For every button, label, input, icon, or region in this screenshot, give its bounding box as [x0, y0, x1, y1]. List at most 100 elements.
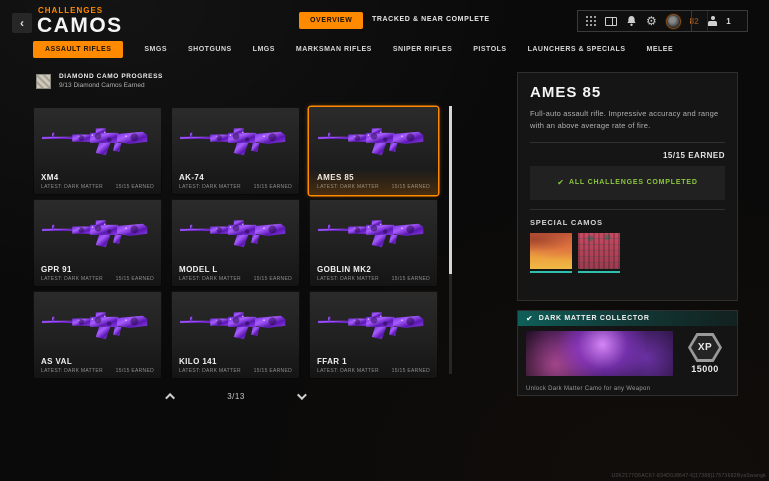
weapon-name: GPR 91	[41, 265, 72, 274]
party-widget[interactable]: 1	[691, 10, 748, 32]
dark-matter-rifle-image	[180, 114, 292, 164]
weapon-latest-camo: LATEST: DARK MATTER	[317, 368, 379, 374]
weapon-earned-count: 15/15 EARNED	[254, 184, 292, 190]
weapon-latest-camo: LATEST: DARK MATTER	[317, 276, 379, 282]
tab-launchers-specials[interactable]: LAUNCHERS & SPECIALS	[528, 46, 626, 53]
party-person-icon	[708, 16, 717, 26]
weapon-name: XM4	[41, 173, 59, 182]
overview-label: OVERVIEW	[310, 17, 352, 24]
page-indicator: 3/13	[227, 392, 245, 401]
detail-weapon-description: Full-auto assault rifle. Impressive accu…	[530, 108, 725, 133]
tab-overview[interactable]: OVERVIEW	[299, 12, 363, 29]
weapon-latest-camo: LATEST: DARK MATTER	[41, 276, 103, 282]
weapon-name: KILO 141	[179, 357, 217, 366]
weapon-name: GOBLIN MK2	[317, 265, 371, 274]
dark-matter-collector-panel[interactable]: ✔ DARK MATTER COLLECTOR XP 15000 Unlock …	[517, 310, 738, 396]
page-down-chevron-icon[interactable]	[297, 390, 307, 400]
weapon-class-tabs: ASSAULT RIFLES SMGS SHOTGUNS LMGS MARKSM…	[33, 40, 673, 58]
weapon-name: AK-74	[179, 173, 204, 182]
weapon-name: FFAR 1	[317, 357, 347, 366]
weapon-card-ak74[interactable]: AK-74 LATEST: DARK MATTER 15/15 EARNED	[171, 107, 300, 195]
completed-label: ALL CHALLENGES COMPLETED	[569, 179, 698, 186]
special-camo-crimson[interactable]	[578, 233, 620, 274]
topbar-icon-cluster: ⚙ 82	[577, 10, 708, 32]
weapon-earned-count: 15/15 EARNED	[392, 276, 430, 282]
after-action-report-icon[interactable]	[605, 17, 617, 26]
dark-matter-rifle-image	[318, 114, 430, 164]
all-challenges-completed-banner: ✔ ALL CHALLENGES COMPLETED	[530, 166, 725, 200]
weapon-latest-camo: LATEST: DARK MATTER	[179, 368, 241, 374]
weapon-card-model-l[interactable]: MODEL L LATEST: DARK MATTER 15/15 EARNED	[171, 199, 300, 287]
dark-matter-rifle-image	[318, 298, 430, 348]
progress-subtitle: 9/13 Diamond Camos Earned	[59, 82, 163, 89]
camo-swatch-image	[578, 233, 620, 269]
weapon-earned-count: 15/15 EARNED	[116, 276, 154, 282]
weapon-name: MODEL L	[179, 265, 218, 274]
weapon-latest-camo: LATEST: DARK MATTER	[179, 184, 241, 190]
camo-unlocked-bar	[530, 271, 572, 274]
weapon-earned-count: 15/15 EARNED	[254, 368, 292, 374]
dark-matter-rifle-image	[42, 298, 154, 348]
weapon-card-ames85-selected[interactable]: AMES 85 LATEST: DARK MATTER 15/15 EARNED	[309, 107, 438, 195]
check-icon: ✔	[526, 314, 533, 323]
notifications-bell-icon[interactable]	[626, 15, 637, 27]
player-avatar[interactable]	[666, 14, 681, 29]
xp-reward: XP 15000	[681, 331, 729, 376]
weapon-card-ffar-1[interactable]: FFAR 1 LATEST: DARK MATTER 15/15 EARNED	[309, 291, 438, 379]
detail-earned-count: 15/15 EARNED	[530, 151, 725, 160]
tab-marksman-rifles[interactable]: MARKSMAN RIFLES	[296, 46, 372, 53]
tab-sniper-rifles[interactable]: SNIPER RIFLES	[393, 46, 452, 53]
watermark-id: U2K2177D5AC67-834D0J8647-6[17388]1757368…	[611, 473, 766, 479]
weapon-card-goblin-mk2[interactable]: GOBLIN MK2 LATEST: DARK MATTER 15/15 EAR…	[309, 199, 438, 287]
settings-gear-icon[interactable]: ⚙	[646, 15, 657, 27]
weapon-card-xm4[interactable]: XM4 LATEST: DARK MATTER 15/15 EARNED	[33, 107, 162, 195]
weapon-card-gpr91[interactable]: GPR 91 LATEST: DARK MATTER 15/15 EARNED	[33, 199, 162, 287]
weapon-card-kilo-141[interactable]: KILO 141 LATEST: DARK MATTER 15/15 EARNE…	[171, 291, 300, 379]
check-icon: ✔	[557, 178, 564, 187]
grid-scrollbar[interactable]	[449, 106, 452, 374]
weapon-latest-camo: LATEST: DARK MATTER	[41, 368, 103, 374]
grid-scrollbar-thumb[interactable]	[449, 106, 452, 274]
collector-body: XP 15000	[518, 326, 737, 376]
xp-value: 15000	[691, 364, 719, 374]
weapon-card-as-val[interactable]: AS VAL LATEST: DARK MATTER 15/15 EARNED	[33, 291, 162, 379]
tab-tracked-near-complete[interactable]: TRACKED & NEAR COMPLETE	[372, 16, 490, 23]
xp-label: XP	[698, 342, 712, 353]
xp-hexagon-icon: XP	[688, 333, 722, 362]
weapon-latest-camo: LATEST: DARK MATTER	[317, 184, 379, 190]
diamond-camo-icon	[36, 74, 51, 89]
special-camo-swatches	[530, 233, 725, 274]
special-camos-label: SPECIAL CAMOS	[530, 218, 725, 227]
tab-pistols[interactable]: PISTOLS	[473, 46, 506, 53]
dark-matter-rifle-image	[318, 206, 430, 256]
progress-title: DIAMOND CAMO PROGRESS	[59, 73, 163, 80]
camo-swatch-image	[530, 233, 572, 269]
collector-title: DARK MATTER COLLECTOR	[539, 315, 650, 322]
divider	[530, 209, 725, 210]
tab-assault-rifles[interactable]: ASSAULT RIFLES	[33, 41, 123, 58]
dark-matter-artwork	[526, 331, 673, 376]
tab-melee[interactable]: MELEE	[647, 46, 674, 53]
camo-unlocked-bar	[578, 271, 620, 274]
weapon-earned-count: 15/15 EARNED	[116, 184, 154, 190]
collector-header: ✔ DARK MATTER COLLECTOR	[518, 311, 737, 326]
weapon-latest-camo: LATEST: DARK MATTER	[41, 184, 103, 190]
menu-grid-icon[interactable]	[586, 16, 596, 26]
back-button[interactable]: ‹	[12, 13, 32, 33]
tab-lmgs[interactable]: LMGS	[253, 46, 275, 53]
dark-matter-rifle-image	[42, 206, 154, 256]
dark-matter-rifle-image	[42, 114, 154, 164]
page-up-chevron-icon[interactable]	[165, 392, 175, 402]
weapon-earned-count: 15/15 EARNED	[392, 368, 430, 374]
special-camo-desert[interactable]	[530, 233, 572, 274]
page-title: CAMOS	[37, 14, 123, 38]
weapon-latest-camo: LATEST: DARK MATTER	[179, 276, 241, 282]
tab-shotguns[interactable]: SHOTGUNS	[188, 46, 232, 53]
tab-smgs[interactable]: SMGS	[144, 46, 167, 53]
detail-weapon-title: AMES 85	[530, 84, 725, 101]
weapon-name: AS VAL	[41, 357, 72, 366]
diamond-camo-progress: DIAMOND CAMO PROGRESS 9/13 Diamond Camos…	[36, 73, 163, 89]
weapon-grid: XM4 LATEST: DARK MATTER 15/15 EARNED AK-…	[33, 107, 438, 379]
collector-subtitle: Unlock Dark Matter Camo for any Weapon	[526, 386, 650, 392]
weapon-earned-count: 15/15 EARNED	[392, 184, 430, 190]
